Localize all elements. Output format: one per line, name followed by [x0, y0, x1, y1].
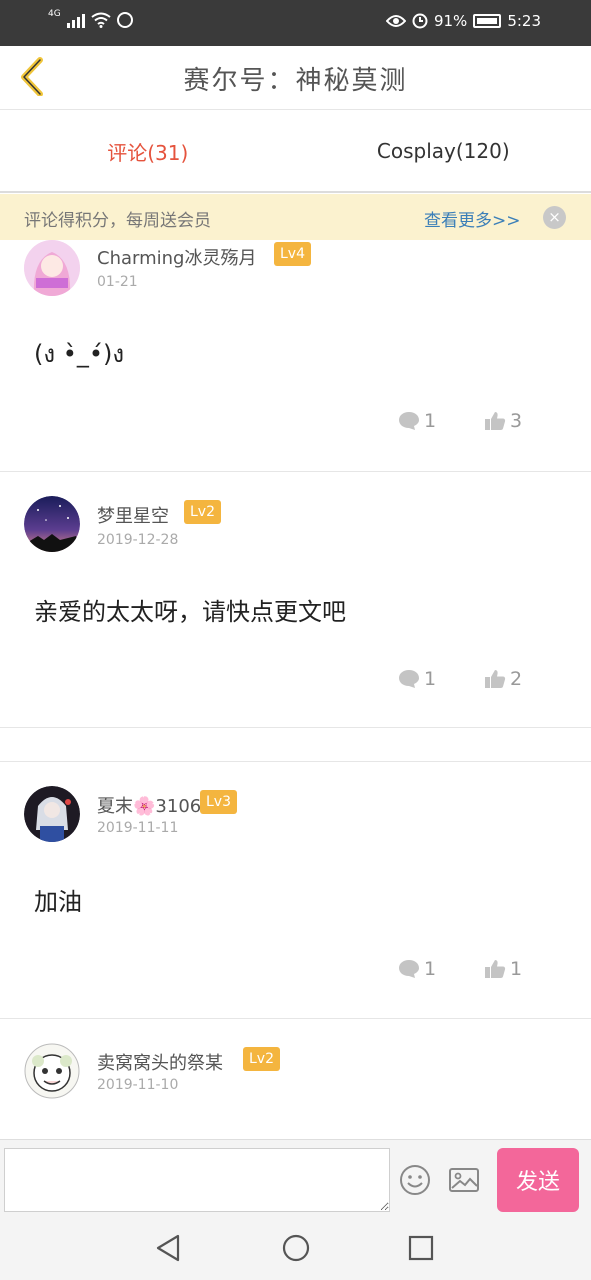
divider: [0, 728, 591, 762]
nav-back-button[interactable]: [154, 1233, 184, 1263]
level-badge: Lv4: [274, 242, 311, 266]
like-count: 3: [510, 410, 523, 432]
comment-username[interactable]: 卖窝窝头的祭某: [97, 1049, 223, 1075]
tab-comments[interactable]: 评论(31): [0, 111, 296, 191]
emoji-button[interactable]: [399, 1164, 431, 1196]
comment-date: 01-21: [97, 274, 138, 290]
nav-home-button[interactable]: [281, 1233, 311, 1263]
avatar[interactable]: [24, 496, 80, 552]
system-nav-bar: [0, 1215, 591, 1280]
avatar[interactable]: [24, 240, 80, 296]
like-button[interactable]: 2: [484, 668, 522, 690]
send-button[interactable]: 发送: [497, 1148, 579, 1212]
status-left: 4G: [48, 9, 133, 28]
comment-bubble-icon: [399, 960, 419, 978]
comment-item: 卖窝窝头的祭某 Lv2 2019-11-10: [0, 1019, 591, 1138]
level-badge: Lv2: [243, 1047, 280, 1071]
status-right: 91% 5:23: [385, 12, 541, 30]
eye-icon: [385, 15, 406, 27]
like-count: 1: [510, 958, 523, 980]
image-icon: [449, 1168, 479, 1192]
comment-text: (ง •̀_•́)ง: [34, 340, 125, 368]
battery-icon: [473, 14, 502, 28]
circle-home-icon: [282, 1234, 310, 1262]
notice-text: 评论得积分，每周送会员: [24, 211, 211, 231]
alarm-icon: [412, 13, 428, 29]
smiley-icon: [400, 1165, 430, 1195]
like-button[interactable]: 3: [484, 410, 522, 432]
comment-username[interactable]: 夏末🌸3106: [97, 792, 201, 818]
level-badge: Lv3: [200, 790, 237, 814]
thumbs-up-icon: [485, 960, 506, 978]
clock: 5:23: [507, 12, 541, 30]
square-recents-icon: [408, 1235, 434, 1261]
comment-list: Charming冰灵殇月 Lv4 01-21 (ง •̀_•́)ง 1 3 梦里…: [0, 240, 591, 1138]
reply-count: 1: [424, 958, 437, 980]
battery-percent: 91%: [433, 12, 468, 30]
notice-banner: 评论得积分，每周送会员 查看更多>> ×: [0, 194, 591, 240]
reply-button[interactable]: 1: [398, 410, 436, 432]
network-type: 4G: [48, 9, 61, 19]
status-bar: 4G 91% 5:23: [0, 0, 591, 46]
data-saver-icon: [116, 12, 133, 28]
wifi-icon: [91, 12, 111, 28]
page-title: 赛尔号：神秘莫测: [183, 66, 408, 96]
tab-bar: 评论(31) Cosplay(120): [0, 111, 591, 193]
comment-input[interactable]: [4, 1148, 390, 1212]
reply-count: 1: [424, 668, 437, 690]
image-button[interactable]: [448, 1164, 480, 1196]
reply-button[interactable]: 1: [398, 668, 436, 690]
reply-count: 1: [424, 410, 437, 432]
thumbs-up-icon: [485, 412, 506, 430]
top-bar: 赛尔号：神秘莫测: [0, 46, 591, 110]
comment-username[interactable]: 梦里星空: [97, 502, 169, 528]
level-badge: Lv2: [184, 500, 221, 524]
comment-bubble-icon: [399, 670, 419, 688]
like-button[interactable]: 1: [484, 958, 522, 980]
signal-icon: [66, 12, 85, 28]
comment-text: 亲爱的太太呀，请快点更文吧: [34, 598, 346, 626]
comment-bubble-icon: [399, 412, 419, 430]
nav-recents-button[interactable]: [406, 1233, 436, 1263]
avatar[interactable]: [24, 1043, 80, 1099]
comment-item: Charming冰灵殇月 Lv4 01-21 (ง •̀_•́)ง 1 3: [0, 240, 591, 472]
comment-item: 夏末🌸3106 Lv3 2019-11-11 加油 1 1: [0, 762, 591, 1019]
comment-date: 2019-12-28: [97, 532, 179, 548]
comment-date: 2019-11-10: [97, 1077, 179, 1093]
comment-input-bar: 发送: [0, 1139, 591, 1215]
comment-username[interactable]: Charming冰灵殇月: [97, 244, 256, 270]
notice-more-link[interactable]: 查看更多>>: [424, 206, 521, 231]
like-count: 2: [510, 668, 523, 690]
triangle-back-icon: [156, 1234, 180, 1262]
comment-item: 梦里星空 Lv2 2019-12-28 亲爱的太太呀，请快点更文吧 1 2: [0, 472, 591, 728]
reply-button[interactable]: 1: [398, 958, 436, 980]
thumbs-up-icon: [485, 670, 506, 688]
avatar[interactable]: [24, 786, 80, 842]
tab-cosplay[interactable]: Cosplay(120): [296, 111, 591, 191]
comment-text: 加油: [34, 888, 82, 916]
notice-close-button[interactable]: ×: [543, 206, 566, 229]
comment-date: 2019-11-11: [97, 820, 179, 836]
